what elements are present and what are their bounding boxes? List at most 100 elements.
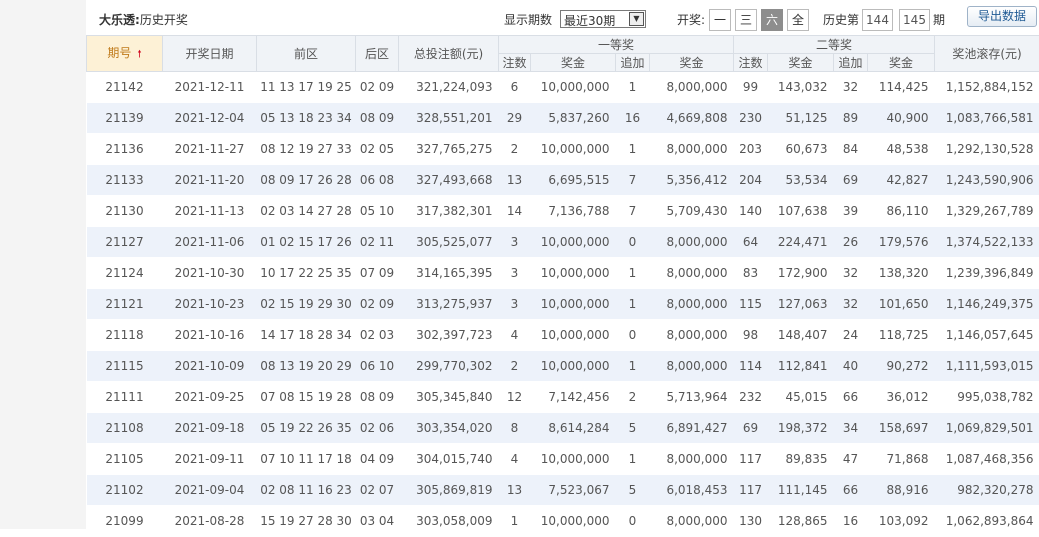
- cell-issue: 21127: [87, 227, 163, 258]
- cell-first-extra-amount: 6,018,453: [650, 475, 734, 506]
- cell-second-count: 115: [734, 289, 768, 320]
- cell-first-extra-amount: 5,356,412: [650, 165, 734, 196]
- cell-issue: 21108: [87, 413, 163, 444]
- cell-first-extra-amount: 5,713,964: [650, 382, 734, 413]
- cell-second-extra-count: 66: [834, 475, 868, 506]
- cell-issue: 21118: [87, 320, 163, 351]
- cell-first-extra-amount: 8,000,000: [650, 72, 734, 103]
- header-second-extra-amount: 奖金: [868, 54, 935, 72]
- cell-second-extra-amount: 42,827: [868, 165, 935, 196]
- export-data-button[interactable]: 导出数据: [967, 6, 1037, 27]
- header-second-count: 注数: [734, 54, 768, 72]
- cell-first-extra-count: 7: [616, 165, 650, 196]
- cell-total-bets: 313,275,937: [399, 289, 499, 320]
- cell-front-numbers: 14 17 18 28 34: [257, 320, 356, 351]
- cell-date: 2021-11-06: [163, 227, 257, 258]
- history-unit-label: 期: [933, 11, 945, 28]
- cell-first-count: 1: [499, 506, 531, 537]
- cell-total-bets: 302,397,723: [399, 320, 499, 351]
- cell-second-extra-count: 89: [834, 103, 868, 134]
- cell-total-bets: 317,382,301: [399, 196, 499, 227]
- cell-back-numbers: 04 09: [356, 444, 399, 475]
- display-count-select[interactable]: 最近30期 ▼: [560, 10, 646, 28]
- cell-second-count: 203: [734, 134, 768, 165]
- cell-second-count: 117: [734, 475, 768, 506]
- table-row: 211022021-09-0402 08 11 16 2302 07305,86…: [87, 475, 1039, 506]
- cell-first-extra-count: 1: [616, 289, 650, 320]
- cell-first-extra-amount: 4,669,808: [650, 103, 734, 134]
- history-to-input[interactable]: 145: [899, 9, 930, 31]
- cell-first-extra-amount: 5,709,430: [650, 196, 734, 227]
- table-row: 211242021-10-3010 17 22 25 3507 09314,16…: [87, 258, 1039, 289]
- page-title-section: 历史开奖: [140, 13, 188, 27]
- cell-back-numbers: 05 10: [356, 196, 399, 227]
- cell-first-extra-count: 5: [616, 413, 650, 444]
- period-button-six[interactable]: 六: [761, 9, 783, 31]
- cell-second-amount: 45,015: [768, 382, 834, 413]
- cell-total-bets: 305,345,840: [399, 382, 499, 413]
- cell-date: 2021-10-16: [163, 320, 257, 351]
- cell-issue: 21142: [87, 72, 163, 103]
- cell-date: 2021-11-27: [163, 134, 257, 165]
- cell-first-count: 3: [499, 258, 531, 289]
- cell-date: 2021-09-04: [163, 475, 257, 506]
- period-button-one[interactable]: 一: [709, 9, 731, 31]
- period-button-three[interactable]: 三: [735, 9, 757, 31]
- cell-first-extra-count: 1: [616, 72, 650, 103]
- cell-second-extra-amount: 90,272: [868, 351, 935, 382]
- cell-back-numbers: 02 06: [356, 413, 399, 444]
- period-button-all[interactable]: 全: [787, 9, 809, 31]
- cell-prize-pool: 1,329,267,789: [935, 196, 1039, 227]
- header-first-amount: 奖金: [531, 54, 616, 72]
- cell-prize-pool: 1,083,766,581: [935, 103, 1039, 134]
- cell-front-numbers: 05 13 18 23 34: [257, 103, 356, 134]
- cell-second-amount: 127,063: [768, 289, 834, 320]
- cell-first-extra-amount: 8,000,000: [650, 227, 734, 258]
- cell-first-amount: 10,000,000: [531, 320, 616, 351]
- cell-prize-pool: 1,069,829,501: [935, 413, 1039, 444]
- cell-second-extra-amount: 114,425: [868, 72, 935, 103]
- cell-front-numbers: 05 19 22 26 35: [257, 413, 356, 444]
- table-row: 211182021-10-1614 17 18 28 3402 03302,39…: [87, 320, 1039, 351]
- cell-first-extra-count: 1: [616, 444, 650, 475]
- cell-second-extra-count: 24: [834, 320, 868, 351]
- header-prize-pool[interactable]: 奖池滚存(元): [935, 36, 1039, 72]
- cell-issue: 21115: [87, 351, 163, 382]
- cell-total-bets: 305,869,819: [399, 475, 499, 506]
- header-date[interactable]: 开奖日期: [163, 36, 257, 72]
- cell-back-numbers: 07 09: [356, 258, 399, 289]
- cell-total-bets: 303,354,020: [399, 413, 499, 444]
- cell-second-amount: 53,534: [768, 165, 834, 196]
- cell-back-numbers: 08 09: [356, 103, 399, 134]
- cell-second-count: 204: [734, 165, 768, 196]
- cell-first-count: 13: [499, 475, 531, 506]
- cell-issue: 21130: [87, 196, 163, 227]
- cell-date: 2021-11-20: [163, 165, 257, 196]
- cell-first-count: 13: [499, 165, 531, 196]
- cell-first-amount: 6,695,515: [531, 165, 616, 196]
- sort-up-arrow-icon[interactable]: 🠕: [137, 49, 141, 60]
- cell-first-amount: 10,000,000: [531, 351, 616, 382]
- header-total-bets[interactable]: 总投注额(元): [399, 36, 499, 72]
- cell-second-count: 140: [734, 196, 768, 227]
- cell-second-count: 117: [734, 444, 768, 475]
- cell-second-amount: 148,407: [768, 320, 834, 351]
- cell-first-amount: 10,000,000: [531, 258, 616, 289]
- header-issue[interactable]: 期号 🠕: [87, 36, 163, 72]
- chevron-down-icon[interactable]: ▼: [629, 12, 644, 26]
- cell-second-amount: 198,372: [768, 413, 834, 444]
- cell-back-numbers: 06 08: [356, 165, 399, 196]
- cell-second-amount: 107,638: [768, 196, 834, 227]
- cell-first-amount: 10,000,000: [531, 444, 616, 475]
- cell-issue: 21136: [87, 134, 163, 165]
- cell-first-extra-count: 0: [616, 320, 650, 351]
- cell-first-amount: 7,523,067: [531, 475, 616, 506]
- cell-date: 2021-10-23: [163, 289, 257, 320]
- history-from-input[interactable]: 144: [862, 9, 893, 31]
- cell-first-amount: 10,000,000: [531, 72, 616, 103]
- header-issue-label: 期号: [107, 46, 131, 60]
- cell-total-bets: 328,551,201: [399, 103, 499, 134]
- table-row: 210992021-08-2815 19 27 28 3003 04303,05…: [87, 506, 1039, 537]
- cell-second-extra-count: 32: [834, 72, 868, 103]
- cell-total-bets: 327,493,668: [399, 165, 499, 196]
